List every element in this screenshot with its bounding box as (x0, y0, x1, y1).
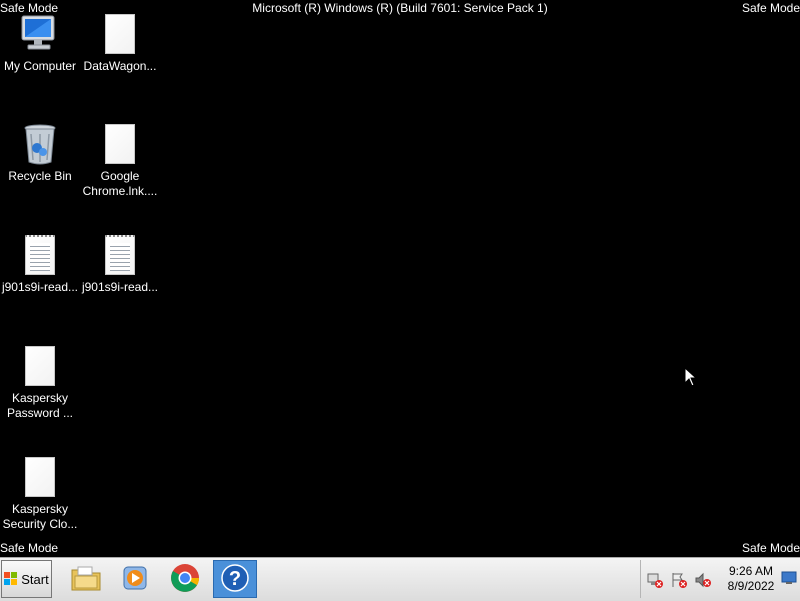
document-icon (20, 344, 60, 388)
desktop-icon-datawagon[interactable]: DataWagon... (80, 12, 160, 74)
desktop-icon-readme-2[interactable]: j901s9i-read... (80, 233, 160, 295)
media-player-icon (121, 564, 149, 595)
show-desktop-icon[interactable] (781, 570, 797, 586)
text-file-icon (100, 233, 140, 277)
desktop-icon-label: My Computer (3, 59, 77, 73)
desktop-icon-label: j901s9i-read... (81, 280, 159, 294)
start-button[interactable]: Start (1, 560, 52, 598)
desktop-icon-label: Kaspersky Password ... (6, 391, 74, 420)
desktop-icon-recycle-bin[interactable]: Recycle Bin (0, 122, 80, 184)
document-icon (20, 455, 60, 499)
safe-mode-label-bottom-right: Safe Mode (741, 541, 800, 555)
start-label: Start (21, 571, 49, 587)
desktop-icon-readme-1[interactable]: j901s9i-read... (0, 233, 80, 295)
computer-icon (20, 12, 60, 56)
network-error-icon[interactable] (647, 572, 663, 588)
desktop-icon-kaspersky-security-cloud[interactable]: Kaspersky Security Clo... (0, 455, 80, 532)
chrome-icon (170, 563, 200, 596)
taskbar-help-button[interactable]: ? (213, 560, 257, 598)
text-file-icon (20, 233, 60, 277)
taskbar-file-explorer-button[interactable] (64, 560, 108, 598)
system-tray: 9:26 AM 8/9/2022 (640, 560, 799, 598)
taskbar-media-player-button[interactable] (113, 560, 157, 598)
recycle-bin-icon (20, 122, 60, 166)
desktop-icon-label: Kaspersky Security Clo... (2, 502, 78, 531)
clock-time: 9:26 AM (728, 564, 774, 578)
document-icon (100, 122, 140, 166)
help-icon: ? (220, 563, 250, 596)
safe-mode-label-bottom-left: Safe Mode (0, 541, 59, 555)
desktop-icon-label: j901s9i-read... (1, 280, 79, 294)
safe-mode-label-top-right: Safe Mode (741, 1, 800, 15)
desktop-icon-label: Google Chrome.lnk.... (82, 169, 158, 198)
action-center-error-icon[interactable] (671, 572, 687, 588)
volume-muted-icon[interactable] (695, 572, 711, 588)
desktop-icon-kaspersky-password[interactable]: Kaspersky Password ... (0, 344, 80, 421)
desktop-icon-my-computer[interactable]: My Computer (0, 12, 80, 74)
mouse-cursor-icon (684, 366, 698, 390)
clock-date: 8/9/2022 (727, 579, 775, 593)
desktop-icon-label: Recycle Bin (8, 169, 72, 183)
desktop-icon-google-chrome-lnk[interactable]: Google Chrome.lnk.... (80, 122, 160, 199)
desktop-icon-label: DataWagon... (83, 59, 157, 73)
windows-logo-icon (4, 572, 18, 586)
file-explorer-icon (70, 564, 102, 595)
document-icon (100, 12, 140, 56)
clock[interactable]: 9:26 AM 8/9/2022 (721, 564, 781, 594)
svg-text:?: ? (229, 568, 241, 590)
taskbar-chrome-button[interactable] (163, 560, 207, 598)
taskbar: Start ? 9:26 AM 8/9/2022 (0, 557, 800, 601)
